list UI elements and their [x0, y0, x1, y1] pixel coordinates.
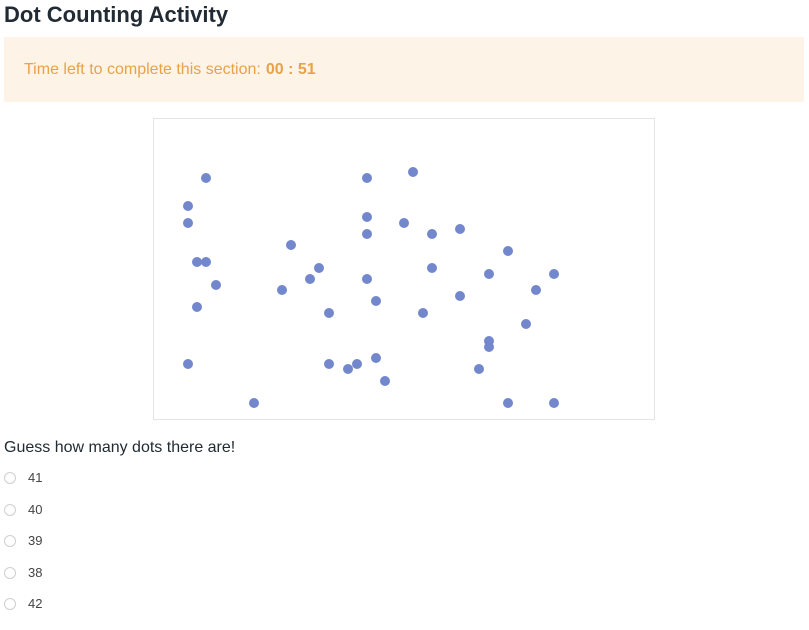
dot	[484, 342, 494, 352]
dot	[531, 285, 541, 295]
dot	[399, 218, 409, 228]
dot	[286, 240, 296, 250]
answer-option-5[interactable]: 42	[4, 594, 42, 626]
dot	[277, 285, 287, 295]
dot	[192, 257, 202, 267]
dot	[418, 308, 428, 318]
answer-option-label: 42	[28, 596, 43, 611]
timer-banner: Time left to complete this section: 00 :…	[4, 37, 804, 102]
dot	[380, 376, 390, 386]
dot	[201, 257, 211, 267]
dot	[324, 359, 334, 369]
radio-circle-icon[interactable]	[4, 598, 16, 610]
dot	[305, 274, 315, 284]
dot	[183, 201, 193, 211]
answer-options: 41 40 39 38 42	[4, 468, 42, 626]
dot	[211, 280, 221, 290]
dot-panel	[153, 118, 655, 420]
timer-value: 00 : 51	[265, 60, 316, 78]
dot	[503, 398, 513, 408]
answer-option-label: 40	[28, 501, 43, 517]
dot	[362, 229, 372, 239]
dot	[371, 296, 381, 306]
dot	[314, 263, 324, 273]
dot	[343, 364, 353, 374]
dot	[183, 359, 193, 369]
dot	[484, 269, 494, 279]
dot	[427, 263, 437, 273]
answer-option-4[interactable]: 38	[4, 563, 42, 595]
dot	[371, 353, 381, 363]
dot	[362, 212, 372, 222]
answer-option-1[interactable]: 41	[4, 468, 42, 500]
dot	[192, 302, 202, 312]
radio-circle-icon[interactable]	[4, 472, 16, 484]
dot	[455, 291, 465, 301]
dot	[201, 173, 211, 183]
dot	[503, 246, 513, 256]
answer-option-label: 38	[28, 564, 43, 580]
answer-option-3[interactable]: 39	[4, 531, 42, 563]
dot	[549, 398, 559, 408]
dot	[183, 218, 193, 228]
dot	[427, 229, 437, 239]
radio-circle-icon[interactable]	[4, 535, 16, 547]
dot	[521, 319, 531, 329]
dot	[324, 308, 334, 318]
answer-option-label: 39	[28, 533, 43, 548]
question-prompt: Guess how many dots there are!	[4, 439, 236, 456]
dot	[408, 167, 418, 177]
dot	[362, 274, 372, 284]
dot-canvas	[183, 167, 559, 408]
dot	[549, 269, 559, 279]
dot	[249, 398, 259, 408]
timer-label: Time left to complete this section:	[24, 60, 261, 78]
page-title: Dot Counting Activity	[4, 2, 229, 27]
dot	[362, 173, 372, 183]
dot	[474, 364, 484, 374]
radio-circle-icon[interactable]	[4, 566, 16, 579]
radio-circle-icon[interactable]	[4, 503, 16, 516]
answer-option-label: 41	[28, 470, 43, 485]
answer-option-2[interactable]: 40	[4, 500, 42, 532]
dot	[455, 224, 465, 234]
dot	[352, 359, 362, 369]
